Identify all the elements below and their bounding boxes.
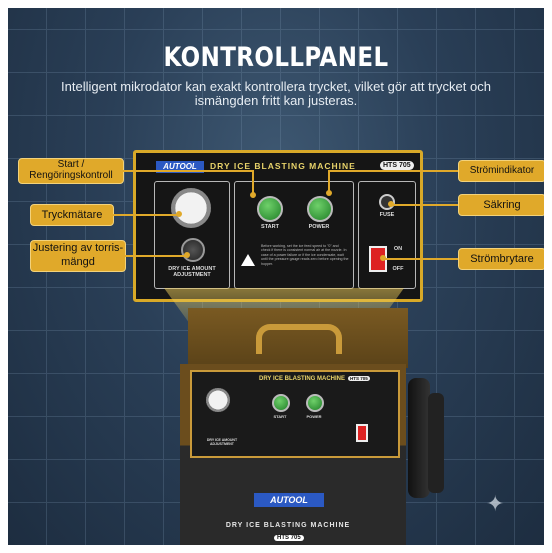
blasting-gun	[408, 378, 430, 498]
callout-fuse-dot	[388, 201, 394, 207]
adjust-label: DRY ICE AMOUNT ADJUSTMENT	[168, 266, 216, 278]
product-infographic: KONTROLLPANEL Intelligent mikrodator kan…	[8, 8, 544, 545]
callout-start-drop	[252, 170, 254, 194]
warning-icon	[241, 254, 255, 266]
callout-power: Strömindikator	[458, 160, 544, 182]
off-label: OFF	[392, 266, 404, 272]
power-label: POWER	[308, 224, 330, 230]
callout-switch-dot	[380, 255, 386, 261]
callout-gauge-line	[112, 214, 178, 216]
ice-amount-knob[interactable]	[181, 238, 205, 262]
machine-gauge	[206, 388, 230, 412]
panel-model-badge: HTS 705	[380, 161, 414, 170]
callout-gauge-dot	[176, 211, 182, 217]
callout-adjust-dot	[184, 252, 190, 258]
callout-fuse-line	[392, 204, 458, 206]
callout-switch-line	[384, 258, 458, 260]
callout-start: Start / Rengöringskontroll	[18, 158, 124, 184]
gauge-section: DRY ICE AMOUNT ADJUSTMENT	[154, 181, 230, 289]
machine-power-switch	[356, 424, 368, 442]
pressure-gauge	[171, 188, 211, 228]
callout-fuse: Säkring	[458, 194, 544, 216]
machine-control-panel: DRY ICE BLASTING MACHINE HTS 705 START P…	[190, 370, 400, 458]
page-subtitle: Intelligent mikrodator kan exakt kontrol…	[61, 79, 491, 108]
machine-adjust-label: DRY ICE AMOUNT ADJUSTMENT	[206, 438, 238, 446]
callout-adjust-line	[124, 255, 186, 257]
machine-model-badge: HTS 705	[274, 535, 304, 541]
machine-panel-model: HTS 705	[348, 376, 370, 381]
callout-gauge: Tryckmätare	[30, 204, 114, 226]
machine-start-button	[272, 394, 290, 412]
blasting-hose	[428, 393, 444, 493]
hopper-handle	[256, 324, 342, 354]
control-panel: AUTOOL DRY ICE BLASTING MACHINE HTS 705 …	[133, 150, 423, 302]
machine-brand-logo: AUTOOL	[254, 493, 324, 507]
callout-switch: Strömbrytare	[458, 248, 544, 270]
machine-power-label: POWER	[306, 414, 322, 419]
callout-power-line	[328, 170, 458, 172]
callout-start-line	[122, 170, 252, 172]
power-section: FUSE ON OFF	[358, 181, 416, 289]
fuse-label: FUSE	[379, 212, 395, 218]
callout-power-dot	[326, 190, 332, 196]
callout-adjust: Justering av torris-mängd	[30, 240, 126, 272]
machine-title: DRY ICE BLASTING MACHINE	[225, 522, 351, 529]
start-button[interactable]	[257, 196, 283, 222]
page-title: KONTROLLPANEL	[163, 42, 389, 73]
warning-text: Before working, set the ice feed speed t…	[261, 244, 349, 266]
machine-start-label: START	[273, 414, 287, 419]
callout-start-dot	[250, 192, 256, 198]
machine-power-indicator	[306, 394, 324, 412]
sparkle-icon: ✦	[486, 491, 505, 516]
start-label: START	[261, 224, 279, 230]
on-label: ON	[393, 246, 403, 252]
callout-power-drop	[328, 170, 330, 192]
power-indicator	[307, 196, 333, 222]
